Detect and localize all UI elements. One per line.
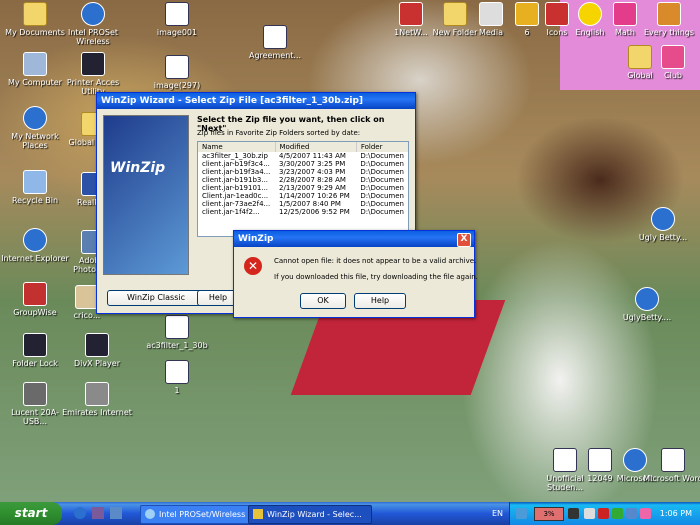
language-indicator[interactable]: EN xyxy=(492,502,503,525)
table-row[interactable]: ac3filter_1_30b.zip 4/5/2007 11:43 AM D:\D… xyxy=(198,152,408,160)
zip-file-list[interactable]: Name Modified Folder ac3filter_1_30b.zip… xyxy=(197,141,409,237)
clock[interactable]: 1:06 PM xyxy=(660,502,692,525)
winzip-wizard-title: WinZip Wizard - Select Zip File [ac3filt… xyxy=(97,93,415,109)
printer-access-icon[interactable]: Printer Acces Utility xyxy=(58,52,128,96)
error-message-line1: Cannot open file: it does not appear to … xyxy=(274,257,477,265)
task-intel-proset[interactable]: Intel PROSet/Wireless xyxy=(140,505,260,524)
modified-cell: 1/14/2007 10:26 PM xyxy=(279,192,350,200)
volume-tray-icon[interactable] xyxy=(626,508,637,519)
folder-cell: D:\Documen xyxy=(360,208,404,216)
folder-lock-icon[interactable]: Folder Lock xyxy=(0,333,70,368)
table-row[interactable]: client.jar-1f4f2... 12/25/2006 9:52 PM D:\… xyxy=(198,208,408,216)
modified-cell: 3/30/2007 3:25 PM xyxy=(279,160,346,168)
table-row[interactable]: client.jar-b191b3... 2/28/2007 8:28 AM D:\… xyxy=(198,176,408,184)
emirates-internet-icon[interactable]: Emirates Internet xyxy=(62,382,132,417)
folder-cell: D:\Documen xyxy=(360,184,404,192)
table-row[interactable]: client.jar-b19f3c4... 3/30/2007 3:25 PM D:… xyxy=(198,160,408,168)
column-header-modified[interactable]: Modified xyxy=(275,142,357,152)
ugly-betty-1-icon[interactable]: Ugly Betty... xyxy=(628,207,698,242)
update-tray-icon[interactable] xyxy=(612,508,623,519)
modified-cell: 3/23/2007 4:03 PM xyxy=(279,168,346,176)
start-button[interactable]: start xyxy=(0,502,62,525)
folder-cell: D:\Documen xyxy=(360,176,404,184)
file-name-cell: client.jar-73ae2f4... xyxy=(202,200,271,208)
table-row[interactable]: client.jar-b19101... 2/13/2007 9:29 AM D:\… xyxy=(198,184,408,192)
folder-cell: D:\Documen xyxy=(360,152,404,160)
image001-icon[interactable]: image001 xyxy=(142,2,212,37)
ac3filter-icon[interactable]: ac3filter_1_30b xyxy=(142,315,212,350)
error-message-line2: If you downloaded this file, try downloa… xyxy=(274,273,478,281)
intel-proset-wireless-icon[interactable]: Intel PROSet Wireless xyxy=(58,2,128,46)
quick-launch-desktop-icon[interactable] xyxy=(110,507,122,519)
folder-cell: D:\Documen xyxy=(360,192,404,200)
club-icon[interactable]: Club xyxy=(638,45,700,80)
agreement-doc-icon[interactable]: Agreement... xyxy=(240,25,310,60)
alert-tray-icon[interactable] xyxy=(598,508,609,519)
security-tray-icon[interactable] xyxy=(584,508,595,519)
file-name-cell: ac3filter_1_30b.zip xyxy=(202,152,268,160)
modified-cell: 4/5/2007 11:43 AM xyxy=(279,152,346,160)
winzip-error-dialog: WinZip X ✕ Cannot open file: it does not… xyxy=(233,230,478,318)
file-name-cell: client.jar-b19101... xyxy=(202,184,269,192)
winzip-classic-button[interactable]: WinZip Classic xyxy=(107,290,205,306)
modified-cell: 2/13/2007 9:29 AM xyxy=(279,184,346,192)
table-row[interactable]: client.jar-73ae2f4... 1/5/2007 8:40 PM D:\… xyxy=(198,200,408,208)
folder-cell: D:\Documen xyxy=(360,200,404,208)
modified-cell: 12/25/2006 9:52 PM xyxy=(279,208,350,216)
winzip-logo: WinZip xyxy=(110,160,166,176)
microsoft-word-icon[interactable]: Microsoft Word xyxy=(638,448,700,483)
ok-button[interactable]: OK xyxy=(300,293,346,309)
image297-icon[interactable]: image(297) xyxy=(142,55,212,90)
ugly-betty-2-icon[interactable]: UglyBetty.... xyxy=(612,287,682,322)
modified-cell: 2/28/2007 8:28 AM xyxy=(279,176,346,184)
file-name-cell: client.jar-1f4f2... xyxy=(202,208,260,216)
file-name-cell: Client.jar-1ead0c... xyxy=(202,192,269,200)
file-name-cell: client.jar-b191b3... xyxy=(202,176,269,184)
divx-player-icon[interactable]: DivX Player xyxy=(62,333,132,368)
power-plug-icon[interactable] xyxy=(568,508,579,519)
file-name-cell: client.jar-b19f3a4... xyxy=(202,168,271,176)
network-tray-icon[interactable] xyxy=(516,508,527,519)
taskbar: start Intel PROSet/Wireless WinZip Wizar… xyxy=(0,502,700,525)
task-winzip-wizard[interactable]: WinZip Wizard - Selec... xyxy=(248,505,372,524)
winzip-logo-panel: WinZip xyxy=(103,115,189,275)
wizard-subheading: Zip files in Favorite Zip Folders sorted… xyxy=(197,129,361,137)
folder-cell: D:\Documen xyxy=(360,168,404,176)
error-icon: ✕ xyxy=(244,257,262,275)
lucent-icon[interactable]: Lucent 20A-USB... xyxy=(0,382,70,426)
table-row[interactable]: client.jar-b19f3a4... 3/23/2007 4:03 PM D:… xyxy=(198,168,408,176)
error-dialog-title: WinZip xyxy=(234,231,474,247)
error-help-button[interactable]: Help xyxy=(354,293,406,309)
file-1-icon[interactable]: 1 xyxy=(142,360,212,395)
every-things-icon[interactable]: Every things xyxy=(634,2,700,37)
wireless-icon xyxy=(145,509,155,519)
folder-cell: D:\Documen xyxy=(360,160,404,168)
file-name-cell: client.jar-b19f3c4... xyxy=(202,160,270,168)
table-row[interactable]: Client.jar-1ead0c... 1/14/2007 10:26 PM D:… xyxy=(198,192,408,200)
desktop: My Documents Intel PROSet Wireless image… xyxy=(0,0,700,502)
system-tray: EN 3% 1:06 PM xyxy=(492,502,700,525)
winzip-task-icon xyxy=(253,509,263,519)
modified-cell: 1/5/2007 8:40 PM xyxy=(279,200,341,208)
quick-launch-media-icon[interactable] xyxy=(92,507,104,519)
quick-launch-ie-icon[interactable] xyxy=(74,507,86,519)
battery-indicator[interactable]: 3% xyxy=(534,507,564,521)
column-header-folder[interactable]: Folder xyxy=(356,142,408,152)
close-icon[interactable]: X xyxy=(457,233,471,247)
misc-tray-icon[interactable] xyxy=(640,508,651,519)
column-header-name[interactable]: Name xyxy=(198,142,276,152)
